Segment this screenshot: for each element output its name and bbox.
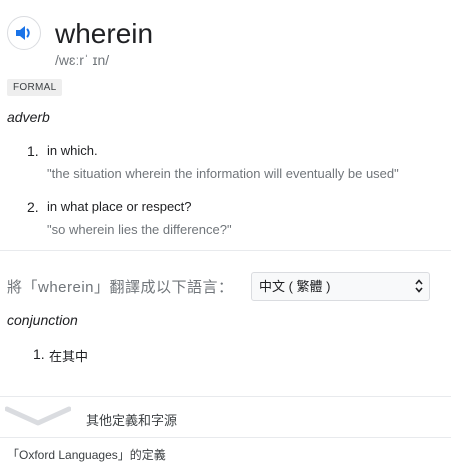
select-arrows-icon [415, 279, 423, 293]
translation-sense-text: 在其中 [49, 349, 89, 364]
sense-number: 2. [27, 199, 39, 215]
phonetic-transcription: /wɛːrˈ ɪn/ [55, 52, 110, 68]
sense-example: "the situation wherein the information w… [47, 166, 399, 181]
translation-part-of-speech: conjunction [7, 312, 78, 328]
language-select[interactable]: 中文 ( 繁體 ) [251, 272, 430, 301]
headword: wherein [55, 18, 154, 49]
chevron-down-icon[interactable] [5, 405, 71, 429]
more-definitions-link[interactable]: 其他定義和字源 [86, 410, 177, 429]
section-divider [0, 437, 451, 438]
section-divider [0, 250, 451, 251]
register-badge: FORMAL [7, 79, 63, 96]
translation-sense-number: 1. [33, 346, 45, 362]
sense-definition: in which. [47, 143, 98, 158]
sense-definition: in what place or respect? [47, 199, 192, 214]
sense-number: 1. [27, 143, 39, 159]
pronunciation-audio-button[interactable] [7, 16, 41, 50]
sense-example: "so wherein lies the difference?" [47, 222, 232, 237]
section-divider [0, 396, 451, 397]
part-of-speech: adverb [7, 109, 50, 125]
definition-source: 「Oxford Languages」的定義 [7, 448, 166, 462]
language-select-value: 中文 ( 繁體 ) [259, 279, 331, 294]
speaker-icon [16, 26, 30, 40]
translation-label: 將「wherein」翻譯成以下語言： [7, 279, 234, 296]
